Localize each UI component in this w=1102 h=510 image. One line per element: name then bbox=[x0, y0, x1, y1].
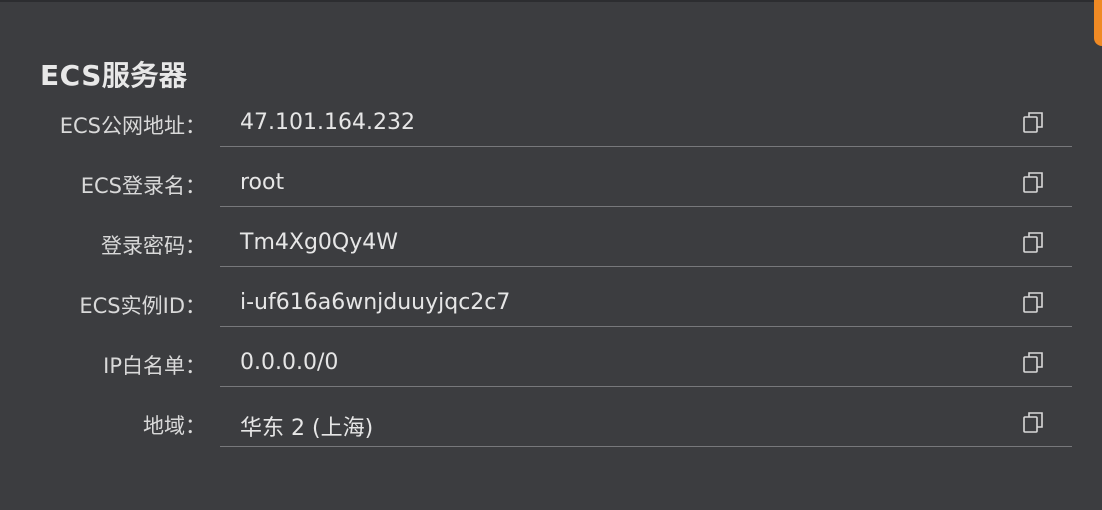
row-value-field: Tm4Xg0Qy4W bbox=[220, 214, 1072, 267]
copy-icon[interactable] bbox=[1022, 110, 1046, 134]
row-value-field: 华东 2 (上海) bbox=[220, 394, 1072, 447]
row-label: ECS公网地址： bbox=[59, 114, 206, 138]
row-value-field: root bbox=[220, 154, 1072, 207]
info-rows: ECS公网地址： 47.101.164.232 ECS登录名： root 登录密… bbox=[0, 94, 1102, 454]
row-label: ECS实例ID： bbox=[79, 294, 206, 318]
copy-icon[interactable] bbox=[1022, 410, 1046, 434]
row-value-field: 47.101.164.232 bbox=[220, 94, 1072, 147]
row-region: 地域： 华东 2 (上海) bbox=[0, 394, 1102, 454]
row-value-field: i-uf616a6wnjduuyjqc2c7 bbox=[220, 274, 1072, 327]
copy-icon[interactable] bbox=[1022, 350, 1046, 374]
copy-icon[interactable] bbox=[1022, 170, 1046, 194]
copy-icon[interactable] bbox=[1022, 290, 1046, 314]
row-value[interactable]: 0.0.0.0/0 bbox=[240, 350, 338, 375]
row-login-password: 登录密码： Tm4Xg0Qy4W bbox=[0, 214, 1102, 274]
row-value[interactable]: i-uf616a6wnjduuyjqc2c7 bbox=[240, 290, 510, 315]
ecs-info-panel: ECS服务器 ECS公网地址： 47.101.164.232 ECS登录名： r… bbox=[0, 0, 1102, 510]
row-label: ECS登录名： bbox=[80, 174, 206, 198]
row-public-ip: ECS公网地址： 47.101.164.232 bbox=[0, 94, 1102, 154]
row-value[interactable]: 华东 2 (上海) bbox=[240, 410, 373, 442]
row-login-name: ECS登录名： root bbox=[0, 154, 1102, 214]
row-label: 登录密码： bbox=[101, 234, 206, 258]
row-instance-id: ECS实例ID： i-uf616a6wnjduuyjqc2c7 bbox=[0, 274, 1102, 334]
copy-icon[interactable] bbox=[1022, 230, 1046, 254]
row-label: IP白名单： bbox=[103, 354, 206, 378]
row-value[interactable]: root bbox=[240, 170, 284, 195]
row-value-field: 0.0.0.0/0 bbox=[220, 334, 1072, 387]
panel-title: ECS服务器 bbox=[40, 59, 188, 92]
row-value[interactable]: Tm4Xg0Qy4W bbox=[240, 230, 398, 255]
row-ip-whitelist: IP白名单： 0.0.0.0/0 bbox=[0, 334, 1102, 394]
row-value[interactable]: 47.101.164.232 bbox=[240, 110, 415, 135]
row-label: 地域： bbox=[143, 414, 206, 438]
